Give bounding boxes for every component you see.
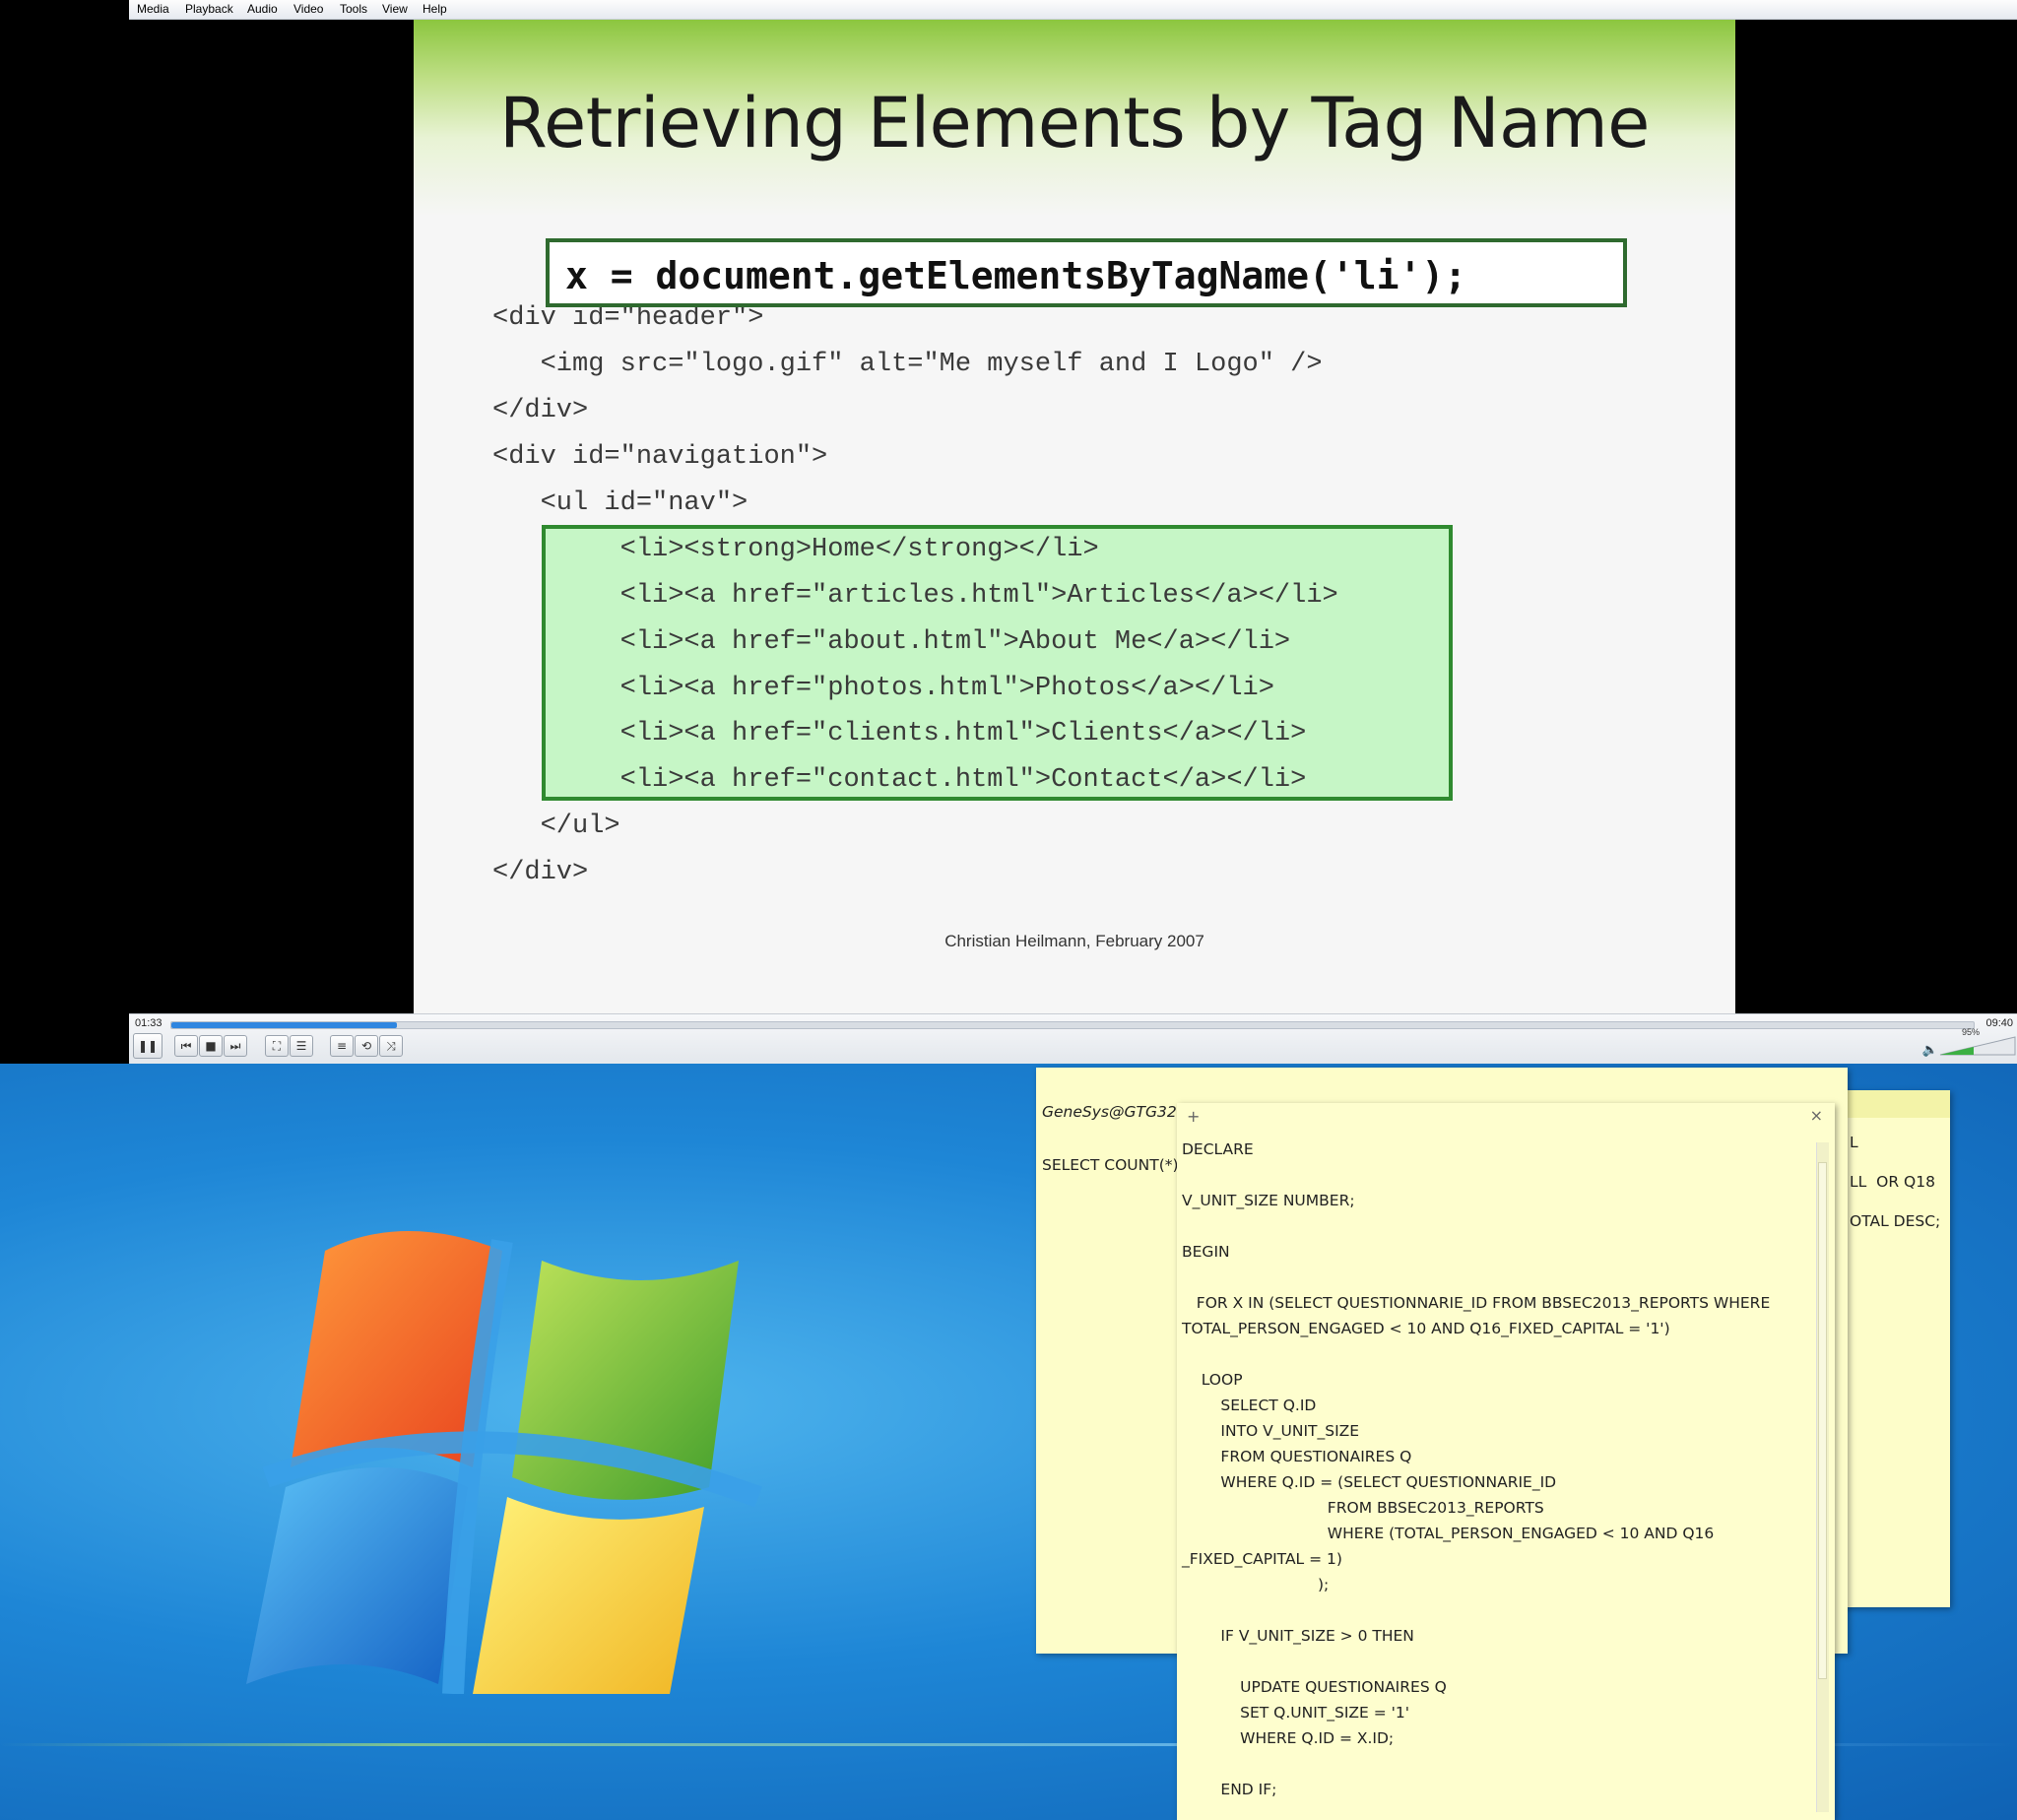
note-text-line: FOR X IN (SELECT QUESTIONNARIE_ID FROM B… [1182, 1294, 1771, 1312]
close-icon[interactable]: × [1810, 1106, 1823, 1125]
note-text-line: BEGIN [1182, 1243, 1230, 1261]
code-callout-box: x = document.getElementsByTagName('li'); [546, 238, 1627, 307]
previous-button[interactable]: ⏮ [174, 1035, 198, 1057]
code-line: </div> [492, 396, 589, 425]
shuffle-button[interactable]: ⤨ [379, 1035, 403, 1057]
code-line: <img src="logo.gif" alt="Me myself and I… [492, 350, 1323, 379]
slide-footer: Christian Heilmann, February 2007 [944, 932, 1204, 950]
note-text-line: V_UNIT_SIZE NUMBER; [1182, 1192, 1355, 1209]
sticky-note-main[interactable]: + × DECLARE V_UNIT_SIZE NUMBER; BEGIN FOR … [1177, 1103, 1835, 1820]
note-text-line: LL OR Q18 [1850, 1173, 1935, 1191]
code-line: </div> [492, 858, 589, 887]
code-line: <li><a href="articles.html">Articles</a>… [492, 581, 1338, 611]
next-button[interactable]: ⏭ [224, 1035, 247, 1057]
note-text-line: SELECT Q.ID [1182, 1397, 1317, 1414]
vlc-window: Media Playback Audio Video Tools View He… [0, 0, 2017, 1065]
loop-button[interactable]: ⟲ [355, 1035, 378, 1057]
code-line: </ul> [492, 812, 620, 841]
menu-tools[interactable]: Tools [340, 2, 367, 16]
note-text-line: INTO V_UNIT_SIZE [1182, 1422, 1360, 1440]
prev-icon: ⏮ [180, 1038, 192, 1053]
stop-icon: ■ [205, 1039, 217, 1053]
note-text-line: FROM BBSEC2013_REPORTS [1182, 1499, 1544, 1517]
note-text-line: SELECT COUNT(*) [1042, 1156, 1179, 1174]
code-callout-text: x = document.getElementsByTagName('li'); [565, 254, 1467, 297]
note-text-line: END IF; [1182, 1781, 1277, 1798]
equalizer-icon: ☰ [295, 1039, 307, 1053]
note-titlebar[interactable] [1177, 1103, 1835, 1131]
code-line: <div id="header"> [492, 303, 764, 333]
note-text-line: IF V_UNIT_SIZE > 0 THEN [1182, 1627, 1414, 1645]
seek-bar-fill [171, 1022, 397, 1028]
speaker-icon[interactable]: 🔈 [1922, 1043, 1938, 1058]
note-text-line: SET Q.UNIT_SIZE = '1' [1182, 1704, 1410, 1722]
slide-title: Retrieving Elements by Tag Name [499, 83, 1650, 163]
menu-view[interactable]: View [382, 2, 408, 16]
seek-bar[interactable] [170, 1021, 1975, 1029]
elapsed-time: 01:33 [135, 1017, 163, 1029]
note-title-line: GeneSys@GTG321 [1042, 1103, 1187, 1121]
fullscreen-button[interactable]: ⛶ [265, 1035, 289, 1057]
note-text-line: LOOP [1182, 1371, 1243, 1389]
loop-icon: ⟲ [360, 1039, 372, 1053]
code-line: <li><a href="contact.html">Contact</a></… [492, 765, 1307, 795]
equalizer-button[interactable]: ☰ [290, 1035, 313, 1057]
note-text-line: WHERE Q.ID = X.ID; [1182, 1729, 1395, 1747]
volume-slider[interactable] [1938, 1035, 2017, 1057]
menu-video[interactable]: Video [293, 2, 323, 16]
note-text-line: FROM QUESTIONAIRES Q [1182, 1448, 1412, 1465]
note-text-line: OTAL DESC; [1850, 1212, 1941, 1230]
note-text-line: TOTAL_PERSON_ENGAGED < 10 AND Q16_FIXED_… [1182, 1320, 1670, 1337]
note-text-line: WHERE (TOTAL_PERSON_ENGAGED < 10 AND Q16 [1182, 1525, 1715, 1542]
note-text-line: UPDATE QUESTIONAIRES Q [1182, 1678, 1447, 1696]
code-line: <div id="navigation"> [492, 442, 828, 472]
pause-icon: ❚❚ [137, 1039, 159, 1053]
playlist-button[interactable]: ≡ [330, 1035, 354, 1057]
code-line: <ul id="nav"> [492, 488, 748, 518]
presentation-slide: Retrieving Elements by Tag Name <div id=… [414, 20, 1735, 1013]
note-text-line: _FIXED_CAPITAL = 1) [1182, 1550, 1342, 1568]
total-time: 09:40 [1985, 1017, 2013, 1029]
playlist-icon: ≡ [336, 1039, 348, 1053]
playback-controls: 01:33 09:40 ❚❚ ⏮ ■ ⏭ ⛶ ☰ ≡ ⟲ ⤨ 95% 🔈 [129, 1013, 2017, 1065]
note-scrollbar[interactable] [1816, 1142, 1829, 1812]
video-area[interactable]: Retrieving Elements by Tag Name <div id=… [0, 20, 2017, 1013]
note-text-line: WHERE Q.ID = (SELECT QUESTIONNARIE_ID [1182, 1473, 1557, 1491]
code-line: <li><a href="about.html">About Me</a></l… [492, 627, 1291, 657]
menu-audio[interactable]: Audio [247, 2, 278, 16]
note-scrollbar-thumb[interactable] [1818, 1162, 1827, 1679]
menu-playback[interactable]: Playback [185, 2, 233, 16]
next-icon: ⏭ [229, 1038, 241, 1053]
shuffle-icon: ⤨ [386, 1038, 396, 1053]
stop-button[interactable]: ■ [199, 1035, 223, 1057]
menu-bar: Media Playback Audio Video Tools View He… [129, 0, 2017, 20]
note-text-line: ); [1182, 1576, 1330, 1593]
note-text-line: DECLARE [1182, 1140, 1254, 1158]
code-line: <li><a href="photos.html">Photos</a></li… [492, 674, 1274, 703]
menu-media[interactable]: Media [137, 2, 169, 16]
li-highlight-box [542, 525, 1453, 801]
fullscreen-icon: ⛶ [272, 1038, 282, 1053]
code-line: <li><strong>Home</strong></li> [492, 535, 1099, 564]
new-note-icon[interactable]: + [1187, 1107, 1200, 1126]
note-text-line: L [1850, 1134, 1858, 1151]
menu-help[interactable]: Help [423, 2, 447, 16]
code-line: <li><a href="clients.html">Clients</a></… [492, 719, 1307, 748]
windows-logo [246, 1231, 762, 1694]
pause-button[interactable]: ❚❚ [133, 1033, 163, 1059]
